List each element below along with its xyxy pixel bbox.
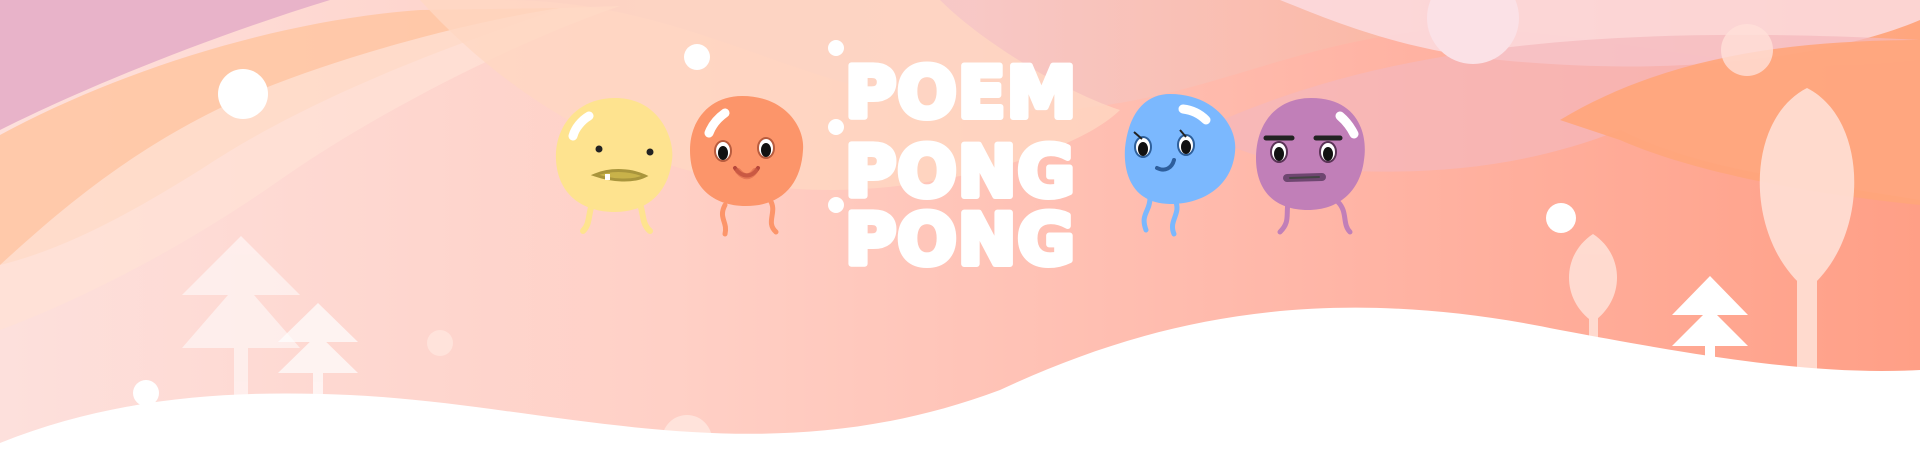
dot bbox=[828, 40, 844, 56]
title-line-3: PONG bbox=[845, 199, 1076, 281]
dot bbox=[133, 380, 159, 406]
banner: POEM PONG PONG bbox=[0, 0, 1920, 455]
dot bbox=[828, 119, 844, 135]
title-line-1: POEM bbox=[845, 52, 1077, 134]
dot bbox=[1546, 203, 1576, 233]
dot bbox=[218, 69, 268, 119]
dot bbox=[427, 330, 453, 356]
dot bbox=[828, 197, 844, 213]
title: POEM PONG PONG bbox=[842, 49, 1079, 284]
banner-scene: POEM PONG PONG bbox=[0, 0, 1920, 455]
dot bbox=[684, 44, 710, 70]
bubble-circle bbox=[1721, 24, 1773, 76]
